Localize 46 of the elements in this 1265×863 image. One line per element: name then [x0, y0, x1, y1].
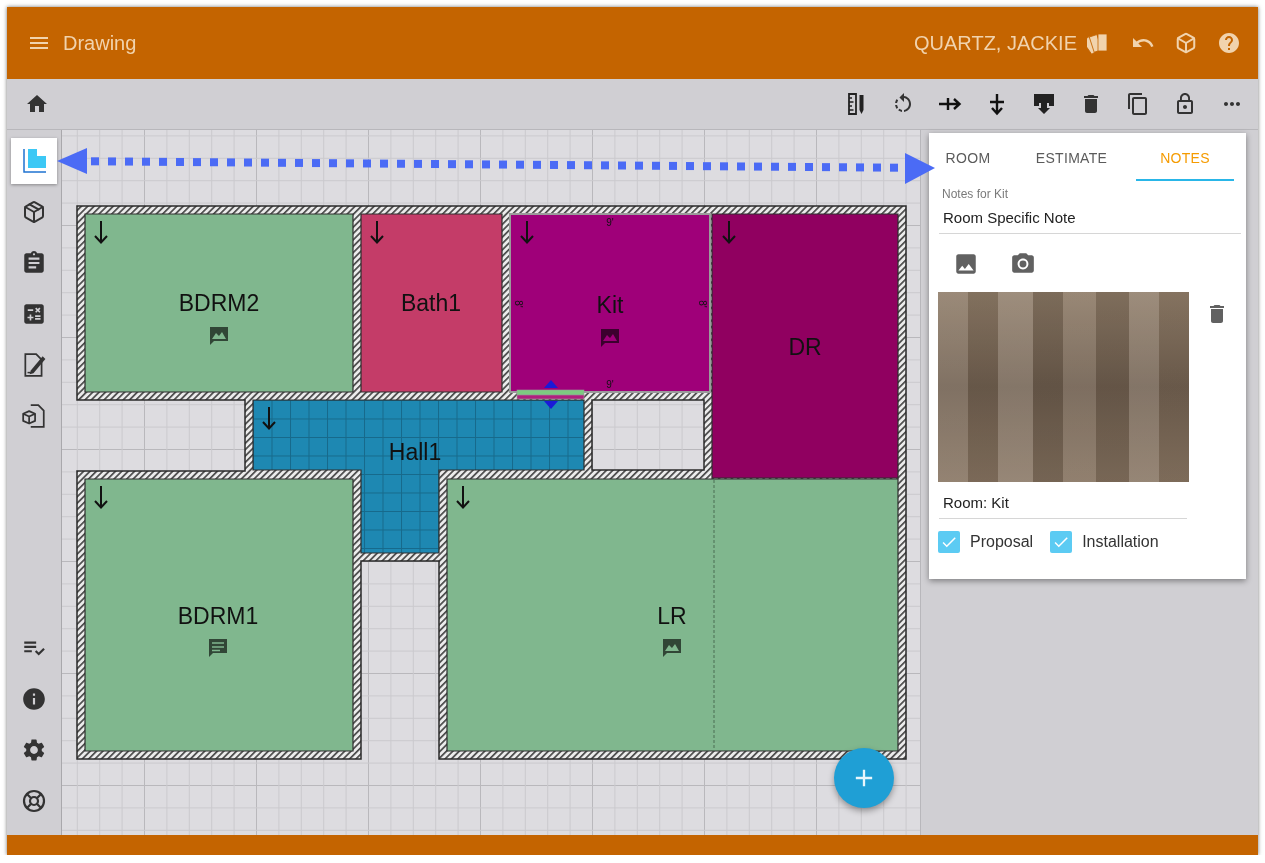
dimension-label: 9'	[606, 216, 614, 228]
notes-input[interactable]: Room Specific Note	[939, 207, 1241, 234]
checkbox[interactable]	[1050, 531, 1073, 553]
checkbox-label: Proposal	[970, 533, 1034, 551]
app-title: Drawing	[63, 31, 137, 55]
cube-icon[interactable]	[1175, 32, 1197, 54]
floor-plan-icon	[20, 147, 48, 175]
room-label: Hall1	[388, 439, 442, 465]
down-arrow-icon	[456, 485, 470, 509]
box-document-icon	[21, 403, 47, 429]
room-floor[interactable]	[84, 213, 354, 393]
down-arrow-icon	[520, 220, 534, 244]
lifebuoy-icon	[22, 789, 46, 813]
image-icon[interactable]	[953, 251, 979, 277]
down-arrow-icon	[370, 220, 384, 244]
checkbox-label: Installation	[1082, 533, 1159, 551]
dimension-label: 8'	[696, 300, 708, 308]
info-icon	[21, 686, 47, 712]
user-name: QUARTZ, JACKIE	[914, 31, 1077, 55]
down-arrow-icon	[722, 220, 736, 244]
dimension-label: 8'	[512, 300, 524, 308]
document-pen-icon	[21, 352, 47, 378]
room-floor[interactable]	[252, 399, 585, 554]
tab[interactable]: ESTIMATE	[1007, 133, 1136, 181]
caption-input[interactable]: Room: Kit	[939, 492, 1187, 519]
wall-handle[interactable]	[516, 380, 585, 409]
field-label: Notes for Kit	[942, 187, 1009, 201]
import-icon[interactable]	[1032, 92, 1056, 116]
room-label: BDRM1	[177, 603, 259, 629]
tab[interactable]: ROOM	[929, 133, 1007, 181]
checkbox[interactable]	[938, 531, 960, 553]
clipboard-icon	[21, 250, 47, 276]
down-arrow-icon	[94, 485, 108, 509]
room-label: BDRM2	[178, 290, 260, 316]
down-arrow-icon	[262, 406, 276, 430]
help-icon[interactable]	[1217, 31, 1241, 55]
dimension-label: 9'	[606, 378, 614, 390]
room-label: LR	[657, 603, 687, 629]
copy-icon[interactable]	[1126, 92, 1150, 116]
box-icon	[22, 200, 46, 224]
settings-icon	[21, 737, 47, 763]
room-label: Bath1	[400, 290, 462, 316]
down-arrow-icon	[94, 220, 108, 244]
calculator-icon	[21, 301, 47, 327]
room-label: Kit	[596, 292, 624, 318]
room-label: DR	[788, 334, 822, 360]
